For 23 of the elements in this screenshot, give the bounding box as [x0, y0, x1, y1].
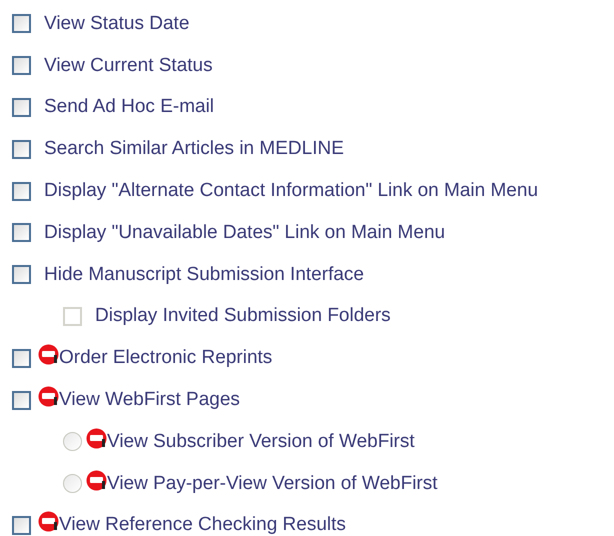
option-label: View Current Status [44, 54, 213, 77]
option-label: Send Ad Hoc E-mail [44, 96, 214, 118]
checkbox[interactable] [12, 98, 31, 117]
option-label: View Subscriber Version of WebFirst [107, 430, 415, 453]
checkbox[interactable] [12, 140, 31, 159]
checkbox[interactable] [12, 516, 31, 535]
option-label: View Reference Checking Results [59, 514, 346, 536]
option-label: Display "Alternate Contact Information" Link on Main Menu [44, 180, 538, 202]
option-label: View Pay-per-View Version of WebFirst [107, 472, 438, 495]
checkbox[interactable] [12, 56, 31, 76]
option-label: View WebFirst Pages [59, 389, 240, 412]
option-label: View Status Date [44, 12, 190, 35]
checkbox[interactable] [12, 390, 31, 410]
option-label: Display Invited Submission Folders [95, 305, 391, 328]
checkbox[interactable] [12, 223, 31, 242]
option-label: Display "Unavailable Dates" Link on Main Menu [44, 222, 446, 244]
checkbox[interactable] [12, 348, 31, 368]
checkbox[interactable] [12, 14, 31, 34]
checkbox[interactable] [12, 265, 31, 284]
option-label: Order Electronic Reprints [59, 347, 272, 370]
option-label: Hide Manuscript Submission Interface [44, 264, 364, 286]
checkbox[interactable] [12, 182, 31, 201]
option-label: Search Similar Articles in MEDLINE [44, 138, 344, 160]
